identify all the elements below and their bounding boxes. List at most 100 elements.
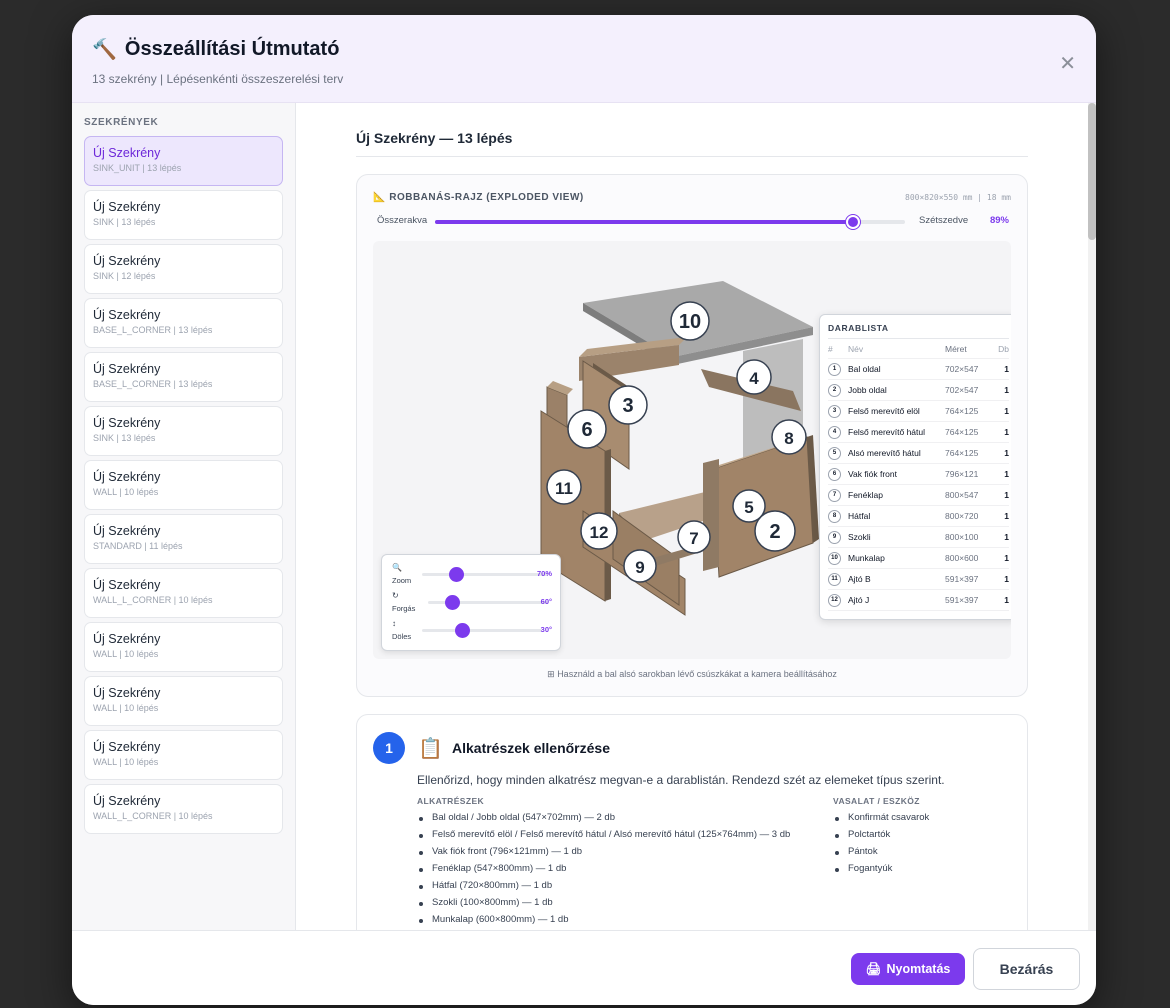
tilt-icon: ↕ [392,619,396,628]
step-description: Ellenőrizd, hogy minden alkatrész megvan… [417,773,945,787]
rotate-slider[interactable] [428,595,548,610]
col-name: Név [848,343,864,354]
close-button[interactable]: Bezárás [973,948,1080,990]
part-qty: 1 [1004,574,1009,584]
part-number-badge: 2 [828,383,841,397]
step-number-badge: 1 [373,732,405,764]
part-callout: 8 [771,419,807,455]
part-name: Vak fiók front [848,469,897,479]
part-name: Felső merevítő elöl [848,406,920,416]
cabinet-item[interactable]: Új Szekrény WALL | 10 lépés [84,460,283,510]
cabinet-item-name: Új Szekrény [93,740,161,754]
part-qty: 1 [1004,448,1009,458]
col-number: # [828,343,833,354]
parts-list-header: # Név Méret Db [828,339,1009,359]
modal-header: 🔨 Összeállítási Útmutató 13 szekrény | L… [72,15,1096,103]
camera-hint-text: Használd a bal alsó sarokban lévő csúszk… [557,669,837,679]
3d-stage[interactable]: 10 4 3 6 8 11 5 2 12 7 9 DARABLISTA # Név Méret Db… [373,241,1011,659]
part-list-item: Vak fiók front (796×121mm) — 1 db [417,846,790,863]
callout-label: 11 [555,479,573,498]
part-number-badge: 5 [828,446,841,460]
clipboard-icon: 📋 [418,738,443,760]
cabinet-item-meta: WALL_L_CORNER | 10 lépés [93,811,213,821]
tool-list-item: Konfirmát csavarok [833,812,929,829]
cabinet-item-name: Új Szekrény [93,524,161,538]
cabinet-item[interactable]: Új Szekrény SINK | 13 lépés [84,190,283,240]
parts-heading: ALKATRÉSZEK [417,796,485,806]
part-callout: 9 [623,549,657,583]
cabinet-item-meta: WALL | 10 lépés [93,757,159,767]
cabinet-item[interactable]: Új Szekrény SINK | 13 lépés [84,406,283,456]
part-qty: 1 [1004,469,1009,479]
camera-hint: ⊞ Használd a bal alsó sarokban lévő csús… [547,669,837,679]
cabinet-item[interactable]: Új Szekrény WALL_L_CORNER | 10 lépés [84,568,283,618]
tilt-label: Döles [392,632,412,641]
part-callout: 11 [546,469,582,505]
tool-list-item: Polctartók [833,829,929,846]
part-qty: 1 [1004,364,1009,374]
main-scrollbar-thumb[interactable] [1088,103,1096,240]
part-list-item: Bal oldal / Jobb oldal (547×702mm) — 2 d… [417,812,790,829]
part-size: 591×397 [945,574,979,584]
cabinet-item-meta: SINK | 13 lépés [93,217,156,227]
part-qty: 1 [1004,511,1009,521]
zoom-slider-thumb[interactable] [449,567,465,582]
tilt-slider-thumb[interactable] [454,623,470,638]
cabinet-item[interactable]: Új Szekrény STANDARD | 11 lépés [84,514,283,564]
part-qty: 1 [1004,553,1009,563]
parts-bullet-list: Bal oldal / Jobb oldal (547×702mm) — 2 d… [417,812,790,930]
zoom-slider[interactable] [422,567,548,582]
tool-list-item: Fogantyúk [833,863,929,880]
cabinet-item[interactable]: Új Szekrény SINK_UNIT | 13 lépés [84,136,283,186]
cabinet-item[interactable]: Új Szekrény WALL | 10 lépés [84,676,283,726]
parts-list-rows: 1 Bal oldal 702×547 12 Jobb oldal 702×54… [828,359,1009,611]
cabinet-item-name: Új Szekrény [93,200,161,214]
close-icon[interactable]: ✕ [1059,51,1076,76]
cabinet-item[interactable]: Új Szekrény BASE_L_CORNER | 13 lépés [84,352,283,402]
tilt-control: ↕ Döles 30° [390,617,552,645]
col-qty: Db [998,343,1009,354]
lower-rail-shape [703,459,719,571]
cabinet-item[interactable]: Új Szekrény WALL_L_CORNER | 10 lépés [84,784,283,834]
cabinet-item-name: Új Szekrény [93,416,161,430]
col-size: Méret [945,343,967,354]
print-button[interactable]: 🖨 Nyomtatás [851,953,965,985]
part-name: Bal oldal [848,364,881,374]
explode-slider-row: Összerakva Szétszedve 89% [377,215,1009,229]
explode-slider[interactable] [435,215,905,229]
parts-list-row: 12 Ajtó J 591×397 1 [828,590,1009,611]
part-qty: 1 [1004,385,1009,395]
parts-list-row: 9 Szokli 800×100 1 [828,527,1009,548]
part-qty: 1 [1004,427,1009,437]
explode-slider-thumb[interactable] [846,215,861,229]
part-size: 800×547 [945,490,979,500]
exploded-view-panel: 📐 ROBBANÁS-RAJZ (EXPLODED VIEW) 800×820×… [356,174,1028,697]
main-scrollbar[interactable] [1088,103,1096,930]
cabinet-item-name: Új Szekrény [93,362,161,376]
callout-label: 2 [769,521,780,543]
hammer-icon: 🔨 [92,39,117,61]
tilt-slider[interactable] [422,623,542,638]
part-callout: 4 [736,359,772,395]
parts-list-row: 2 Jobb oldal 702×547 1 [828,380,1009,401]
part-qty: 1 [1004,406,1009,416]
callout-label: 5 [744,498,753,517]
cabinet-item-meta: SINK_UNIT | 13 lépés [93,163,182,173]
cabinet-item-meta: SINK | 13 lépés [93,433,156,443]
cabinet-item[interactable]: Új Szekrény BASE_L_CORNER | 13 lépés [84,298,283,348]
cabinet-item[interactable]: Új Szekrény WALL | 10 lépés [84,622,283,672]
viewer-title: 📐 ROBBANÁS-RAJZ (EXPLODED VIEW) [373,192,584,203]
modal-title-row: 🔨 Összeállítási Útmutató [92,37,1076,62]
cabinet-item[interactable]: Új Szekrény SINK | 12 lépés [84,244,283,294]
rotate-icon: ↻ [392,591,399,600]
cabinet-item-name: Új Szekrény [93,146,161,160]
step-card: 1 📋 Alkatrészek ellenőrzése Ellenőrizd, … [356,714,1028,930]
rotate-slider-thumb[interactable] [445,595,460,610]
part-name: Ajtó B [848,574,871,584]
part-number-badge: 4 [828,425,841,439]
cabinet-item[interactable]: Új Szekrény WALL | 10 lépés [84,730,283,780]
part-size: 764×125 [945,427,979,437]
part-number-badge: 11 [828,572,841,586]
cabinet-sidebar: SZEKRÉNYEK Új Szekrény SINK_UNIT | 13 lé… [72,103,296,930]
part-name: Szokli [848,532,871,542]
